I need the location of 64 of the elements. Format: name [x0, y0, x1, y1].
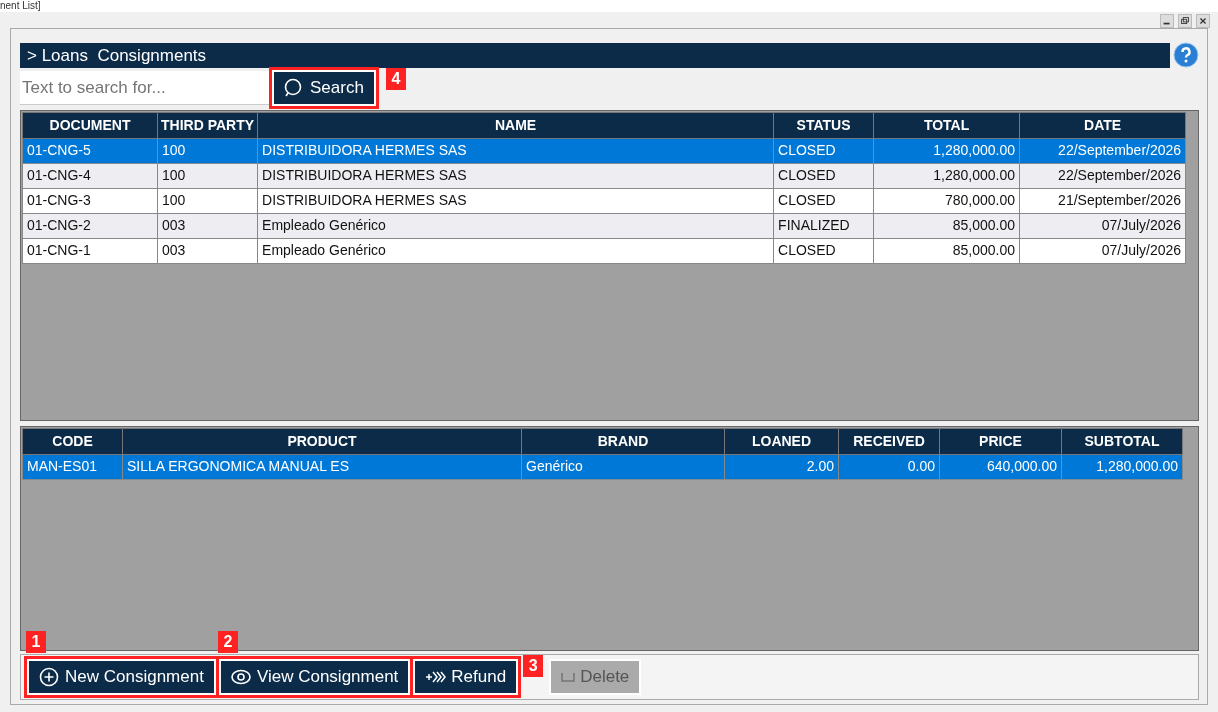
minimize-icon[interactable] — [1160, 14, 1174, 28]
table-cell: FINALIZED — [773, 213, 874, 238]
table-cell: 0.00 — [838, 454, 940, 480]
table-cell: 100 — [157, 138, 258, 163]
table-cell: CLOSED — [773, 188, 874, 213]
table-cell: 640,000.00 — [939, 454, 1062, 480]
panel-title: > Loans Consignments — [20, 42, 1170, 68]
table-cell: 01-CNG-5 — [22, 138, 158, 163]
table-cell: 22/September/2026 — [1019, 163, 1186, 188]
table-cell: CLOSED — [773, 138, 874, 163]
callout-number: 1 — [26, 631, 46, 653]
search-field[interactable]: Text to search for... — [20, 71, 270, 105]
column-header: TOTAL — [873, 112, 1020, 138]
table-cell: MAN-ES01 — [22, 454, 123, 480]
tray-icon — [561, 672, 576, 682]
table-cell: DISTRIBUIDORA HERMES SAS — [257, 188, 774, 213]
table-cell: Empleado Genérico — [257, 238, 774, 263]
column-header: BRAND — [521, 428, 725, 455]
restore-icon[interactable] — [1178, 14, 1192, 28]
column-header: DOCUMENT — [22, 112, 158, 138]
column-header: RECEIVED — [838, 428, 940, 455]
table-cell: 1,280,000.00 — [873, 163, 1020, 188]
table-cell: 01-CNG-4 — [22, 163, 158, 188]
column-header: PRICE — [939, 428, 1062, 455]
table-cell: 1,280,000.00 — [1061, 454, 1183, 480]
column-header: SUBTOTAL — [1061, 428, 1183, 455]
table-cell: 780,000.00 — [873, 188, 1020, 213]
table-cell: 100 — [157, 163, 258, 188]
table-cell: 003 — [157, 238, 258, 263]
callout-number: 4 — [385, 68, 406, 90]
table-cell: Empleado Genérico — [257, 213, 774, 238]
table-cell: 22/September/2026 — [1019, 138, 1186, 163]
plus-circle-icon — [39, 667, 60, 687]
column-header: NAME — [257, 112, 774, 138]
table-cell: 1,280,000.00 — [873, 138, 1020, 163]
table-cell: 01-CNG-1 — [22, 238, 158, 263]
table-cell: 003 — [157, 213, 258, 238]
table-cell: 85,000.00 — [873, 213, 1020, 238]
column-header: DATE — [1019, 112, 1186, 138]
table-cell: SILLA ERGONOMICA MANUAL ES — [122, 454, 522, 480]
callout-number: 2 — [217, 631, 238, 653]
table-cell: 2.00 — [724, 454, 839, 480]
table-cell: DISTRIBUIDORA HERMES SAS — [257, 163, 774, 188]
table-cell: CLOSED — [773, 238, 874, 263]
callout-number: 3 — [523, 655, 544, 677]
column-header: LOANED — [724, 428, 839, 455]
table-cell: Genérico — [521, 454, 725, 480]
column-header: THIRD PARTY — [157, 112, 258, 138]
table-cell: 07/July/2026 — [1019, 238, 1186, 263]
table-cell: 01-CNG-3 — [22, 188, 158, 213]
column-header: PRODUCT — [122, 428, 522, 455]
window-title: nent List] — [0, 0, 41, 12]
table-cell: 85,000.00 — [873, 238, 1020, 263]
close-icon[interactable] — [1196, 14, 1210, 28]
eye-icon — [230, 667, 252, 687]
column-header: CODE — [22, 428, 123, 455]
table-cell: 01-CNG-2 — [22, 213, 158, 238]
column-header: STATUS — [773, 112, 874, 138]
table-cell: 07/July/2026 — [1019, 213, 1186, 238]
table-cell: DISTRIBUIDORA HERMES SAS — [257, 138, 774, 163]
table-cell: 21/September/2026 — [1019, 188, 1186, 213]
help-icon[interactable] — [1173, 42, 1199, 68]
table-cell: 100 — [157, 188, 258, 213]
table-cell: CLOSED — [773, 163, 874, 188]
